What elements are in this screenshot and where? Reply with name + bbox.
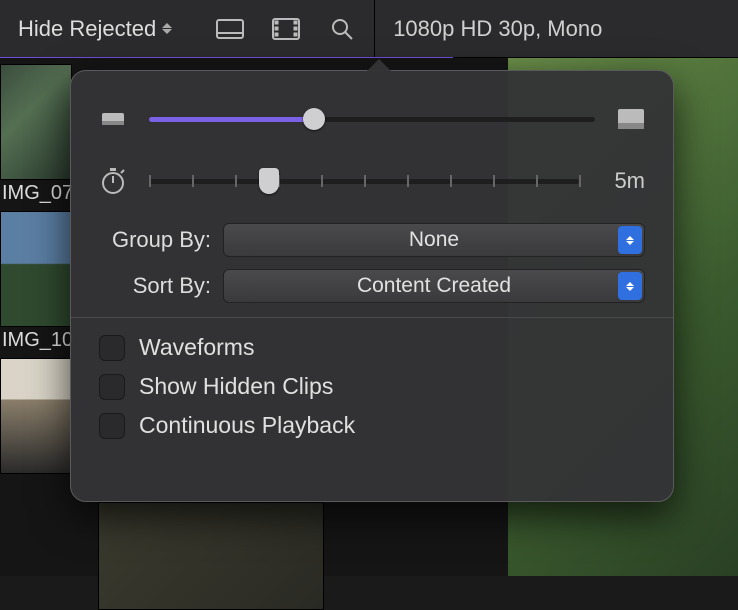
checkbox-icon bbox=[99, 413, 125, 439]
continuous-playback-label: Continuous Playback bbox=[139, 412, 355, 439]
sort-by-label: Sort By: bbox=[99, 273, 211, 299]
continuous-playback-checkbox-row[interactable]: Continuous Playback bbox=[99, 412, 645, 439]
browser-toolbar: Hide Rejected 1080p HD 30p, Mono bbox=[0, 0, 738, 58]
popover-divider bbox=[71, 317, 673, 318]
group-by-value: None bbox=[409, 228, 459, 252]
sort-by-select[interactable]: Content Created bbox=[223, 269, 645, 303]
clip-appearance-popover: 5m Group By: None Sort By: Content Creat… bbox=[70, 70, 674, 502]
show-hidden-label: Show Hidden Clips bbox=[139, 373, 333, 400]
select-stepper-icon bbox=[618, 226, 642, 254]
sort-by-value: Content Created bbox=[357, 274, 511, 298]
clip-thumbnail bbox=[0, 211, 72, 327]
clip-thumbnail bbox=[0, 64, 72, 180]
viewer-format-label: 1080p HD 30p, Mono bbox=[393, 16, 602, 42]
list-view-icon[interactable] bbox=[216, 18, 244, 40]
filmstrip-view-icon[interactable] bbox=[272, 18, 300, 40]
group-by-select[interactable]: None bbox=[223, 223, 645, 257]
clip-label: IMG_07 bbox=[0, 182, 78, 205]
large-filmstrip-icon bbox=[617, 108, 645, 130]
select-stepper-icon bbox=[618, 272, 642, 300]
checkbox-icon bbox=[99, 335, 125, 361]
small-filmstrip-icon bbox=[99, 108, 127, 130]
show-hidden-checkbox-row[interactable]: Show Hidden Clips bbox=[99, 373, 645, 400]
clip-filter-dropdown[interactable]: Hide Rejected bbox=[10, 12, 184, 46]
group-by-label: Group By: bbox=[99, 227, 211, 253]
search-icon[interactable] bbox=[328, 18, 356, 40]
stopwatch-icon bbox=[99, 170, 127, 192]
waveforms-checkbox-row[interactable]: Waveforms bbox=[99, 334, 645, 361]
clip-height-slider[interactable] bbox=[149, 104, 595, 134]
toolbar-divider bbox=[374, 0, 375, 58]
duration-slider[interactable] bbox=[149, 166, 579, 196]
checkbox-icon bbox=[99, 374, 125, 400]
waveforms-label: Waveforms bbox=[139, 334, 254, 361]
clip-filter-label: Hide Rejected bbox=[18, 16, 156, 42]
duration-value-label: 5m bbox=[601, 168, 645, 194]
popover-arrow-icon bbox=[367, 59, 391, 71]
updown-icon bbox=[162, 19, 176, 39]
clip-thumbnail[interactable] bbox=[98, 502, 324, 610]
clip-thumbnail bbox=[0, 358, 72, 474]
clip-label: IMG_10 bbox=[0, 329, 78, 352]
